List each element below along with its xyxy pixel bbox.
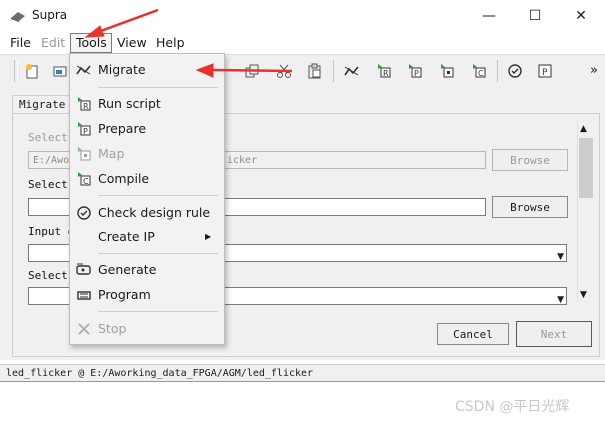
annotation-arrows	[84, 8, 293, 78]
arrow-to-tools-icon	[84, 8, 159, 38]
arrow-to-migrate-icon	[195, 63, 293, 78]
